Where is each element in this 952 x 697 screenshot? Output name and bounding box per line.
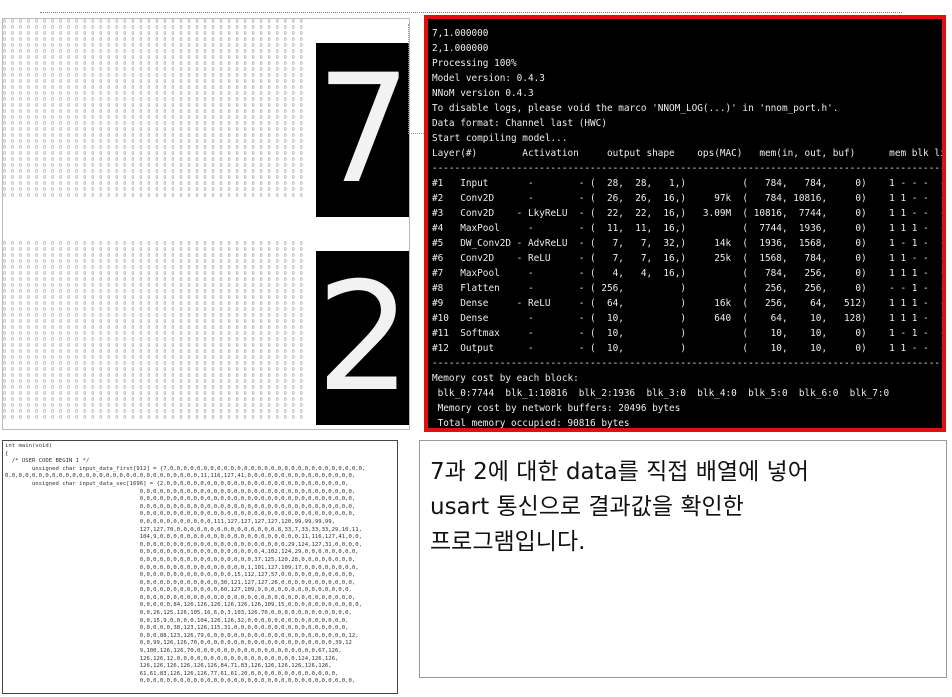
code-line: {	[5, 450, 9, 457]
code-line: 0,0,0,0,0,0,0,0,0,0,0,0,0,0,0,0,0,0,4,10…	[5, 549, 359, 556]
digit-2-glyph: 2	[316, 251, 410, 425]
top-divider	[40, 12, 902, 13]
code-line: 0,0,0,0,0,0,0,0,0,0,0,0,0,0,0,0,0,37,125…	[5, 556, 356, 563]
code-line: 126,126,12,0,0,0,0,0,0,0,0,0,0,0,0,0,0,0…	[5, 655, 339, 662]
terminal-line: #7 MaxPool - - ( 4, 4, 16,) ( 784, 256, …	[432, 268, 946, 279]
code-listing: int main(void){ /* USER CODE BEGIN 1 */ …	[5, 443, 365, 686]
code-line: 127,127,70,0,0,0,0,0,0,0,0,0,0,0,0,0,0,0…	[5, 526, 362, 533]
code-line: 0,0,0,0,0,0,0,0,0,0,0,0,0,0,0,0,0,0,0,0,…	[5, 678, 356, 685]
terminal-line: #6 Conv2D - ReLU - ( 7, 7, 16,) 25k ( 15…	[432, 253, 946, 264]
mnist-digit-panel: 0 0 0 0 0 0 0 0 0 0 0 0 0 0 0 0 0 0 0 0 …	[2, 18, 410, 430]
code-line: 0,0,0,88,123,126,79,6,0,0,0,0,0,0,0,0,0,…	[5, 632, 359, 639]
code-line: 0,0,15,9,0,0,0,0,104,126,126,32,0,0,0,0,…	[5, 617, 349, 624]
terminal-line: #8 Flatten - - ( 256, ) ( 256, 256, 0) -…	[432, 283, 946, 294]
digit-2-image: 2	[316, 251, 410, 425]
terminal-line: Memory cost by network buffers: 20496 by…	[432, 403, 681, 414]
code-line: 0,0,0,0,0,0,0,0,0,0,0,0,0,0,0,0,0,0,0,0,…	[5, 496, 356, 503]
terminal-line: ----------------------------------------…	[432, 358, 946, 369]
code-line: 0,0,0,0,0,38,123,126,115,31,0,0,0,0,0,0,…	[5, 625, 349, 632]
code-line: 0,0,0,0,0,0,0,0,0,0,0,0,0,0,0,0,0,0,0,0,…	[5, 511, 356, 518]
terminal-line: Processing 100%	[432, 58, 517, 69]
digit-7-image: 7	[316, 43, 410, 217]
terminal-line: #11 Softmax - - ( 10, ) ( 10, 10, 0) 1 -…	[432, 328, 946, 339]
terminal-line: #3 Conv2D - LkyReLU - ( 22, 22, 16,) 3.0…	[432, 208, 946, 219]
terminal-window: 7,1.000000 2,1.000000 Processing 100% Model…	[424, 15, 946, 432]
terminal-output: 7,1.000000 2,1.000000 Processing 100% Model…	[432, 26, 946, 429]
terminal-line: Start compiling model...	[432, 133, 568, 144]
digit-7-matrix-text: 0 0 0 0 0 0 0 0 0 0 0 0 0 0 0 0 0 0 0 0 …	[3, 19, 308, 199]
terminal-line: #9 Dense - ReLU - ( 64, ) 16k ( 256, 64,…	[432, 298, 946, 309]
digit-2-matrix-text: 0 0 0 0 0 0 0 0 0 0 0 0 0 0 0 0 0 0 0 0 …	[3, 241, 308, 421]
terminal-line: Model version: 0.4.3	[432, 73, 545, 84]
terminal-line: NNoM version 0.4.3	[432, 88, 534, 99]
code-line: 0,0,0,0,0,0,0,0,0,0,0,0,0,0,0,0,0,0,0,0,…	[5, 488, 356, 495]
code-line: unsigned char input_data_sec[1696] = {2,…	[5, 480, 349, 487]
code-screenshot-panel: int main(void){ /* USER CODE BEGIN 1 */ …	[2, 440, 398, 694]
code-line: unsigned char input_data_first[912] = {7…	[5, 465, 366, 472]
code-line: 0,0,99,126,126,70,0,0,0,0,0,0,0,0,0,0,0,…	[5, 640, 352, 647]
terminal-line: #1 Input - - ( 28, 28, 1,) ( 784, 784, 0…	[432, 178, 946, 189]
code-line: 0,0,0,0,0,0,0,0,0,0,0,0,0,0,0,0,0,0,0,0,…	[5, 503, 356, 510]
code-line: 0,0,26,125,126,105,16,6,0,3,103,126,70,0…	[5, 610, 352, 617]
terminal-line: To disable logs, please void the marco '…	[432, 103, 839, 114]
code-line: 61,61,83,126,126,126,77,61,61,20,0,0,0,0…	[5, 670, 339, 677]
code-line: 0,0,0,0,0,0,0,0,0,0,0,0,30,121,127,127,2…	[5, 579, 356, 586]
connector-dots	[408, 24, 409, 134]
terminal-line: 7,1.000000	[432, 28, 489, 39]
code-line: 0,0,0,0,0,0,0,0,0,0,0,0,0,0,15,112,127,5…	[5, 572, 356, 579]
digit-7-glyph: 7	[316, 43, 410, 217]
terminal-line: ----------------------------------------…	[432, 163, 946, 174]
code-line: 0,0,0,0,0,0,0,0,0,0,0,0,0,0,0,0,0,0,0,0,…	[5, 473, 356, 480]
description-line-2: usart 통신으로 결과값을 확인한	[430, 494, 744, 520]
code-line: 9,100,126,126,70,0,0,0,0,0,0,0,0,0,0,0,0…	[5, 648, 342, 655]
code-line: 0,0,0,0,0,0,0,0,0,0,0,0,0,0,0,0,0,0,0,0,…	[5, 541, 362, 548]
terminal-line: #4 MaxPool - - ( 11, 11, 16,) ( 7744, 19…	[432, 223, 946, 234]
description-box: 7과 2에 대한 data를 직접 배열에 넣어 usart 통신으로 결과값을…	[419, 440, 947, 678]
terminal-line: Data format: Channel last (HWC)	[432, 118, 607, 129]
code-line: 0,0,0,0,0,0,0,0,0,0,0,111,127,127,127,12…	[5, 518, 336, 525]
description-line-1: 7과 2에 대한 data를 직접 배열에 넣어	[430, 459, 809, 485]
description-text: 7과 2에 대한 data를 직접 배열에 넣어 usart 통신으로 결과값을…	[430, 455, 809, 560]
terminal-line: #10 Dense - - ( 10, ) 640 ( 64, 10, 128)…	[432, 313, 946, 324]
code-line: 0,0,0,0,0,0,0,0,0,0,0,0,0,0,0,0,1,101,12…	[5, 564, 359, 571]
code-line: int main(void)	[5, 443, 53, 449]
terminal-line: blk_0:7744 blk_1:10816 blk_2:1936 blk_3:…	[432, 388, 890, 399]
code-line: 0,0,0,0,0,0,0,0,0,0,0,0,0,0,0,0,0,0,0,0,…	[5, 594, 356, 601]
terminal-line: #5 DW_Conv2D - AdvReLU - ( 7, 7, 32,) 14…	[432, 238, 946, 249]
code-line: 104,9,0,0,0,0,0,0,0,0,0,0,0,0,0,0,0,0,0,…	[5, 534, 362, 541]
code-line: /* USER CODE BEGIN 1 */	[5, 458, 90, 465]
terminal-line: #12 Output - - ( 10, ) ( 10, 10, 0) 1 1 …	[432, 343, 946, 354]
description-line-3: 프로그램입니다.	[430, 529, 586, 555]
terminal-line: Total memory occupied: 90816 bytes	[432, 418, 630, 429]
terminal-line: 2,1.000000	[432, 43, 489, 54]
code-line: 0,0,0,0,0,84,126,126,126,126,126,126,109…	[5, 602, 362, 609]
terminal-line: #2 Conv2D - - ( 26, 26, 16,) 97k ( 784, …	[432, 193, 946, 204]
terminal-line: Memory cost by each block:	[432, 373, 579, 384]
terminal-line: Layer(#) Activation output shape ops(MAC…	[432, 148, 946, 159]
code-line: 126,126,126,126,126,126,84,71,83,126,126…	[5, 663, 332, 670]
code-line: 0,0,0,0,0,0,0,0,0,0,0,0,60,127,109,9,0,0…	[5, 587, 352, 594]
